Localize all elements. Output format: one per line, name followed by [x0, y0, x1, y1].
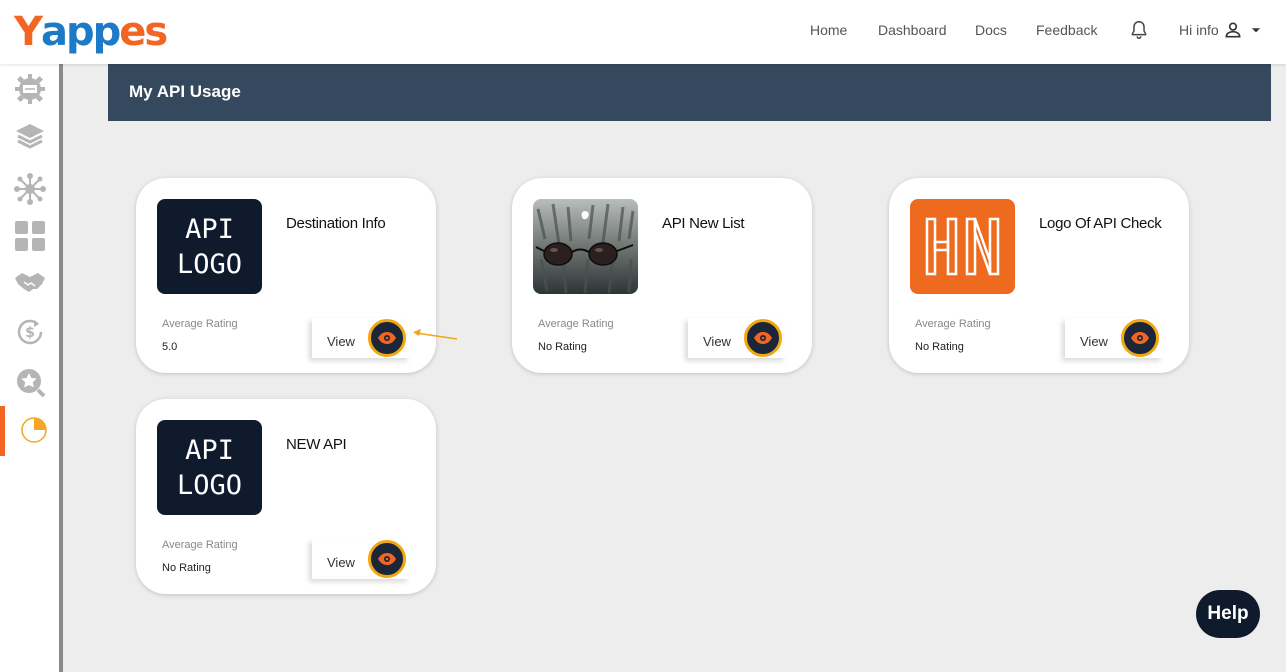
api-thumbnail: API LOGO — [157, 420, 262, 515]
api-name: NEW API — [286, 436, 347, 453]
view-label: View — [703, 334, 731, 349]
layers-icon — [16, 124, 44, 149]
pointer-arrow-icon — [413, 329, 458, 340]
sidebar-item-billing[interactable]: $ — [14, 316, 46, 348]
sidebar: $ — [0, 64, 63, 672]
average-rating-value: No Rating — [162, 562, 211, 574]
nav-dashboard-link[interactable]: Dashboard — [878, 22, 947, 38]
eye-icon[interactable] — [368, 540, 406, 578]
api-name: API New List — [662, 215, 745, 232]
eye-icon[interactable] — [1121, 319, 1159, 357]
api-card: API LOGO Destination Info Average Rating… — [136, 178, 436, 373]
average-rating-value: No Rating — [538, 341, 587, 353]
star-search-icon — [17, 369, 46, 398]
api-thumbnail — [910, 199, 1015, 294]
grid-icon — [15, 221, 45, 251]
api-name: Destination Info — [286, 215, 386, 232]
average-rating-label: Average Rating — [538, 318, 614, 330]
network-icon — [14, 173, 46, 205]
bell-icon[interactable] — [1128, 19, 1150, 41]
user-menu[interactable]: Hi info — [1179, 20, 1263, 40]
average-rating-value: 5.0 — [162, 341, 178, 353]
api-thumbnail: API LOGO — [157, 199, 262, 294]
average-rating-label: Average Rating — [162, 539, 238, 551]
view-label: View — [327, 555, 355, 570]
yappes-logo[interactable]: Yapp es — [14, 8, 168, 56]
sidebar-item-layers[interactable] — [14, 120, 46, 152]
page-header: My API Usage — [108, 64, 1271, 121]
api-logo-image: API LOGO — [157, 420, 262, 515]
api-card: Logo Of API Check Average Rating No Rati… — [889, 178, 1189, 373]
nav-docs-link[interactable]: Docs — [975, 22, 1007, 38]
sunglasses-photo-image — [533, 199, 638, 294]
eye-icon[interactable] — [744, 319, 782, 357]
eye-icon[interactable] — [368, 319, 406, 357]
handshake-icon — [15, 273, 45, 292]
user-greeting: Hi info — [1179, 22, 1219, 38]
view-label: View — [327, 334, 355, 349]
view-button[interactable]: View — [312, 318, 410, 358]
view-button[interactable]: View — [312, 539, 410, 579]
api-logo-image: API LOGO — [157, 199, 262, 294]
page-title: My API Usage — [129, 82, 241, 101]
caret-down-icon — [1251, 28, 1260, 33]
sidebar-item-grid[interactable] — [14, 220, 46, 252]
view-label: View — [1080, 334, 1108, 349]
sidebar-active-indicator — [0, 406, 5, 456]
view-button[interactable]: View — [1065, 318, 1163, 358]
api-thumbnail — [533, 199, 638, 294]
average-rating-label: Average Rating — [915, 318, 991, 330]
gear-api-icon — [15, 74, 45, 104]
user-icon — [1225, 22, 1241, 38]
api-card: API New List Average Rating No Rating Vi… — [512, 178, 812, 373]
refresh-dollar-icon: $ — [17, 319, 43, 345]
sidebar-item-api-settings[interactable] — [14, 73, 46, 105]
nav-home-link[interactable]: Home — [810, 22, 847, 38]
nav-feedback-link[interactable]: Feedback — [1036, 22, 1097, 38]
average-rating-value: No Rating — [915, 341, 964, 353]
pie-chart-icon — [21, 417, 47, 443]
average-rating-label: Average Rating — [162, 318, 238, 330]
sidebar-item-network[interactable] — [14, 173, 46, 205]
top-navbar: Yapp es Home Dashboard Docs Feedback Hi i… — [0, 0, 1286, 64]
view-button[interactable]: View — [688, 318, 786, 358]
sidebar-item-usage[interactable] — [18, 414, 50, 446]
sidebar-item-handshake[interactable] — [14, 266, 46, 298]
sidebar-item-reviews[interactable] — [14, 366, 46, 398]
api-name: Logo Of API Check — [1039, 215, 1162, 232]
api-card: API LOGO NEW API Average Rating No Ratin… — [136, 399, 436, 594]
help-button[interactable]: Help — [1196, 590, 1260, 638]
hn-logo-image — [910, 199, 1015, 294]
svg-text:$: $ — [25, 325, 35, 341]
